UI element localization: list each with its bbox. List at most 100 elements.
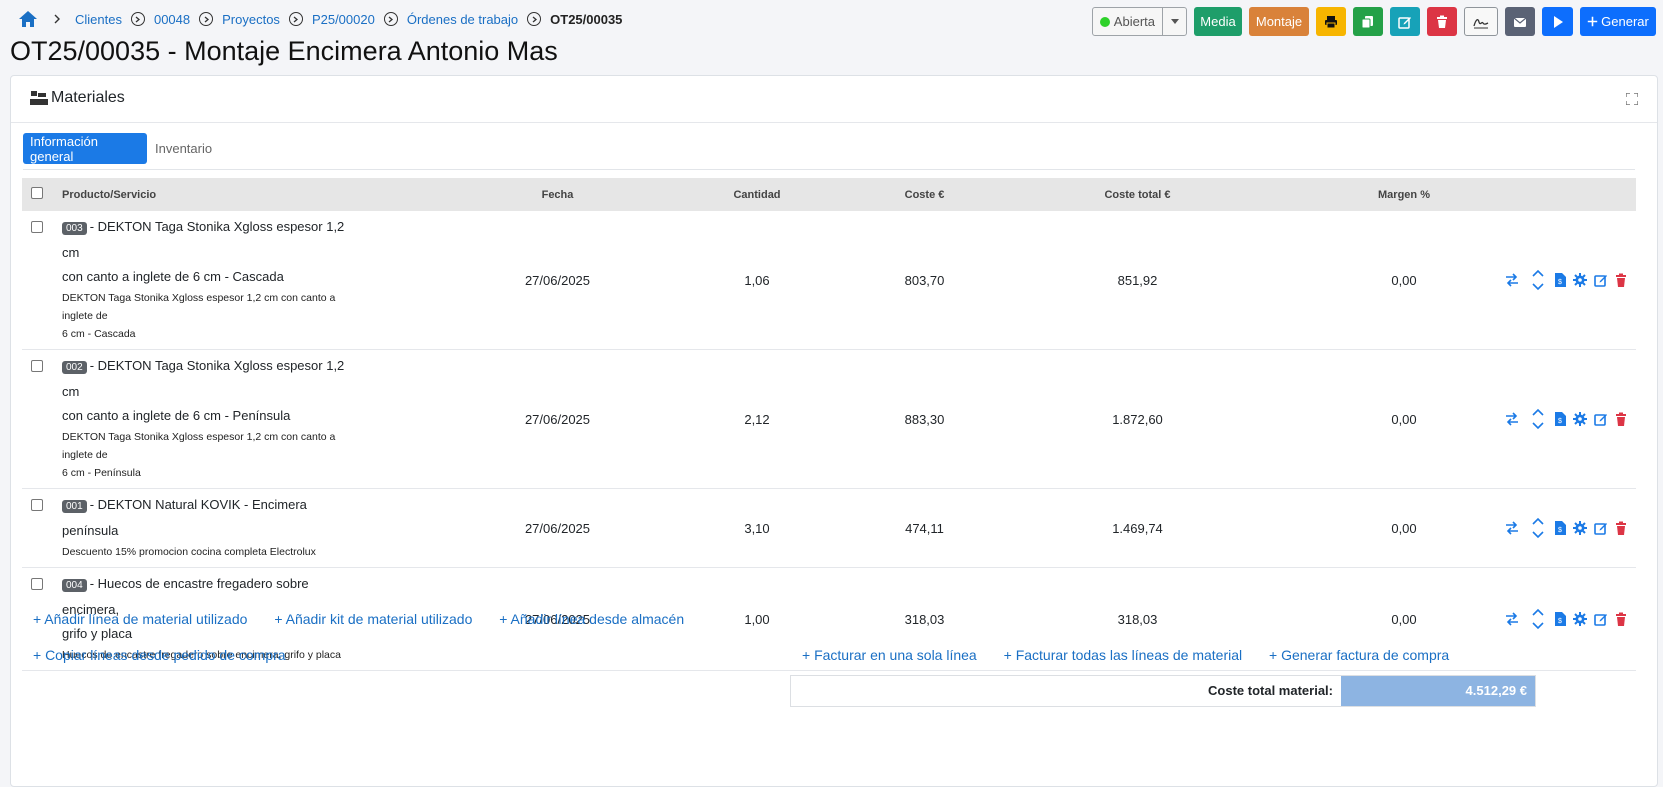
product-name-line1: - DEKTON Natural KOVIK - Encimera peníns… bbox=[62, 497, 307, 538]
product-code: 002 bbox=[62, 361, 87, 374]
file-invoice-icon[interactable]: $ bbox=[1555, 521, 1566, 535]
cell-margen: 0,00 bbox=[1187, 488, 1452, 568]
cell-cantidad: 3,10 bbox=[659, 488, 786, 568]
product-name-line1: - DEKTON Taga Stonika Xgloss espesor 1,2… bbox=[62, 219, 345, 260]
gear-icon[interactable] bbox=[1573, 521, 1587, 535]
sort-icon[interactable] bbox=[1531, 408, 1545, 430]
cell-coste: 803,70 bbox=[786, 211, 1009, 350]
exchange-icon[interactable] bbox=[1505, 521, 1519, 535]
row-checkbox[interactable] bbox=[30, 221, 43, 233]
product-name: 003- DEKTON Taga Stonika Xgloss espesor … bbox=[62, 215, 356, 289]
product-code: 003 bbox=[62, 222, 87, 235]
generate-purchase-invoice-link[interactable]: + Generar factura de compra bbox=[1269, 647, 1449, 663]
cell-cantidad: 1,06 bbox=[659, 211, 786, 350]
plus-icon bbox=[1587, 16, 1598, 27]
total-cost-label: Coste total material: bbox=[1208, 683, 1333, 698]
cell-fecha: 27/06/2025 bbox=[357, 211, 659, 350]
signature-icon bbox=[1473, 18, 1489, 28]
play-button[interactable] bbox=[1542, 7, 1573, 36]
file-invoice-icon[interactable]: $ bbox=[1555, 612, 1566, 626]
sort-icon[interactable] bbox=[1531, 269, 1545, 291]
breadcrumb-clientes[interactable]: Clientes bbox=[75, 12, 122, 27]
trash-icon[interactable] bbox=[1615, 612, 1627, 626]
invoice-single-line-link[interactable]: + Facturar en una sola línea bbox=[802, 647, 977, 663]
status-dropdown[interactable]: Abierta bbox=[1091, 7, 1187, 36]
breadcrumb: Clientes 00048 Proyectos P25/00020 Órden… bbox=[18, 10, 622, 28]
table-row: 003- DEKTON Taga Stonika Xgloss espesor … bbox=[22, 211, 1636, 350]
product-name: 004- Huecos de encastre fregadero sobre … bbox=[62, 572, 356, 646]
gear-icon[interactable] bbox=[1573, 273, 1587, 287]
generate-button[interactable]: Generar bbox=[1580, 7, 1656, 36]
caret-down-icon[interactable] bbox=[1163, 8, 1186, 35]
edit-icon[interactable] bbox=[1594, 273, 1608, 287]
copy-button[interactable] bbox=[1353, 7, 1383, 36]
product-description: Descuento 15% promocion cocina completa … bbox=[62, 543, 356, 561]
header-fecha: Fecha bbox=[357, 178, 659, 211]
table-row: 001- DEKTON Natural KOVIK - Encimera pen… bbox=[22, 488, 1636, 568]
product-name-line1: - DEKTON Taga Stonika Xgloss espesor 1,2… bbox=[62, 358, 345, 399]
exchange-icon[interactable] bbox=[1505, 412, 1519, 426]
edit-icon[interactable] bbox=[1594, 412, 1608, 426]
trash-icon[interactable] bbox=[1615, 412, 1627, 426]
add-kit-link[interactable]: + Añadir kit de material utilizado bbox=[274, 611, 472, 627]
chevron-right-icon bbox=[288, 12, 303, 26]
product-desc-line2: 6 cm - Cascada bbox=[62, 328, 136, 340]
boxes-icon bbox=[30, 91, 48, 105]
breadcrumb-proyectos[interactable]: Proyectos bbox=[222, 12, 280, 27]
print-icon bbox=[1325, 15, 1337, 28]
edit-icon bbox=[1398, 16, 1411, 29]
invoice-links: + Facturar en una sola línea + Facturar … bbox=[802, 647, 1472, 663]
edit-icon[interactable] bbox=[1594, 521, 1608, 535]
product-name: 001- DEKTON Natural KOVIK - Encimera pen… bbox=[62, 493, 356, 543]
invoice-all-lines-link[interactable]: + Facturar todas las líneas de material bbox=[1004, 647, 1243, 663]
breadcrumb-project-id[interactable]: P25/00020 bbox=[312, 12, 375, 27]
sort-icon[interactable] bbox=[1531, 608, 1545, 630]
trash-icon bbox=[1437, 15, 1447, 28]
file-invoice-icon[interactable]: $ bbox=[1555, 273, 1566, 287]
delete-button[interactable] bbox=[1427, 7, 1457, 36]
edit-button[interactable] bbox=[1390, 7, 1420, 36]
cell-coste: 883,30 bbox=[786, 349, 1009, 489]
expand-icon[interactable] bbox=[1626, 93, 1638, 105]
chevron-right-icon bbox=[527, 12, 542, 26]
gear-icon[interactable] bbox=[1573, 412, 1587, 426]
chevron-right-icon bbox=[130, 12, 145, 26]
tab-inventario[interactable]: Inventario bbox=[148, 133, 219, 164]
row-actions: $ bbox=[1453, 269, 1635, 291]
cell-coste-total: 1.469,74 bbox=[1009, 488, 1187, 568]
copy-from-po-link[interactable]: + Copiar líneas desde pedido de compra bbox=[33, 647, 286, 663]
sign-button[interactable] bbox=[1464, 7, 1498, 36]
envelope-icon bbox=[1513, 17, 1527, 27]
gear-icon[interactable] bbox=[1573, 612, 1587, 626]
add-material-line-link[interactable]: + Añadir línea de material utilizado bbox=[33, 611, 247, 627]
breadcrumb-current: OT25/00035 bbox=[550, 11, 623, 27]
trash-icon[interactable] bbox=[1615, 521, 1627, 535]
tab-informacion-general[interactable]: Información general bbox=[23, 133, 147, 164]
montaje-button[interactable]: Montaje bbox=[1249, 7, 1309, 36]
product-name-line2: con canto a inglete de 6 cm - Cascada bbox=[62, 269, 284, 284]
materials-table: Producto/Servicio Fecha Cantidad Coste €… bbox=[22, 178, 1636, 671]
trash-icon[interactable] bbox=[1615, 273, 1627, 287]
row-checkbox[interactable] bbox=[30, 499, 43, 511]
print-button[interactable] bbox=[1316, 7, 1346, 36]
row-checkbox[interactable] bbox=[30, 578, 43, 590]
home-icon[interactable] bbox=[18, 10, 38, 28]
copy-links: + Copiar líneas desde pedido de compra bbox=[33, 647, 309, 663]
exchange-icon[interactable] bbox=[1505, 273, 1519, 287]
status-label: Abierta bbox=[1113, 14, 1155, 29]
chevron-right-icon bbox=[199, 12, 214, 26]
select-all-checkbox[interactable] bbox=[30, 187, 43, 199]
edit-icon[interactable] bbox=[1594, 612, 1608, 626]
product-desc-line2: 6 cm - Península bbox=[62, 467, 141, 479]
breadcrumb-ordenes[interactable]: Órdenes de trabajo bbox=[407, 12, 518, 27]
file-invoice-icon[interactable]: $ bbox=[1555, 412, 1566, 426]
card-header: Materiales bbox=[11, 76, 1657, 123]
breadcrumb-client-id[interactable]: 00048 bbox=[154, 12, 190, 27]
add-from-warehouse-link[interactable]: + Añadir línea desde almacén bbox=[499, 611, 684, 627]
sort-icon[interactable] bbox=[1531, 517, 1545, 539]
exchange-icon[interactable] bbox=[1505, 612, 1519, 626]
row-checkbox[interactable] bbox=[30, 360, 43, 372]
email-button[interactable] bbox=[1505, 7, 1535, 36]
media-button[interactable]: Media bbox=[1194, 7, 1242, 36]
cell-margen: 0,00 bbox=[1187, 349, 1452, 489]
